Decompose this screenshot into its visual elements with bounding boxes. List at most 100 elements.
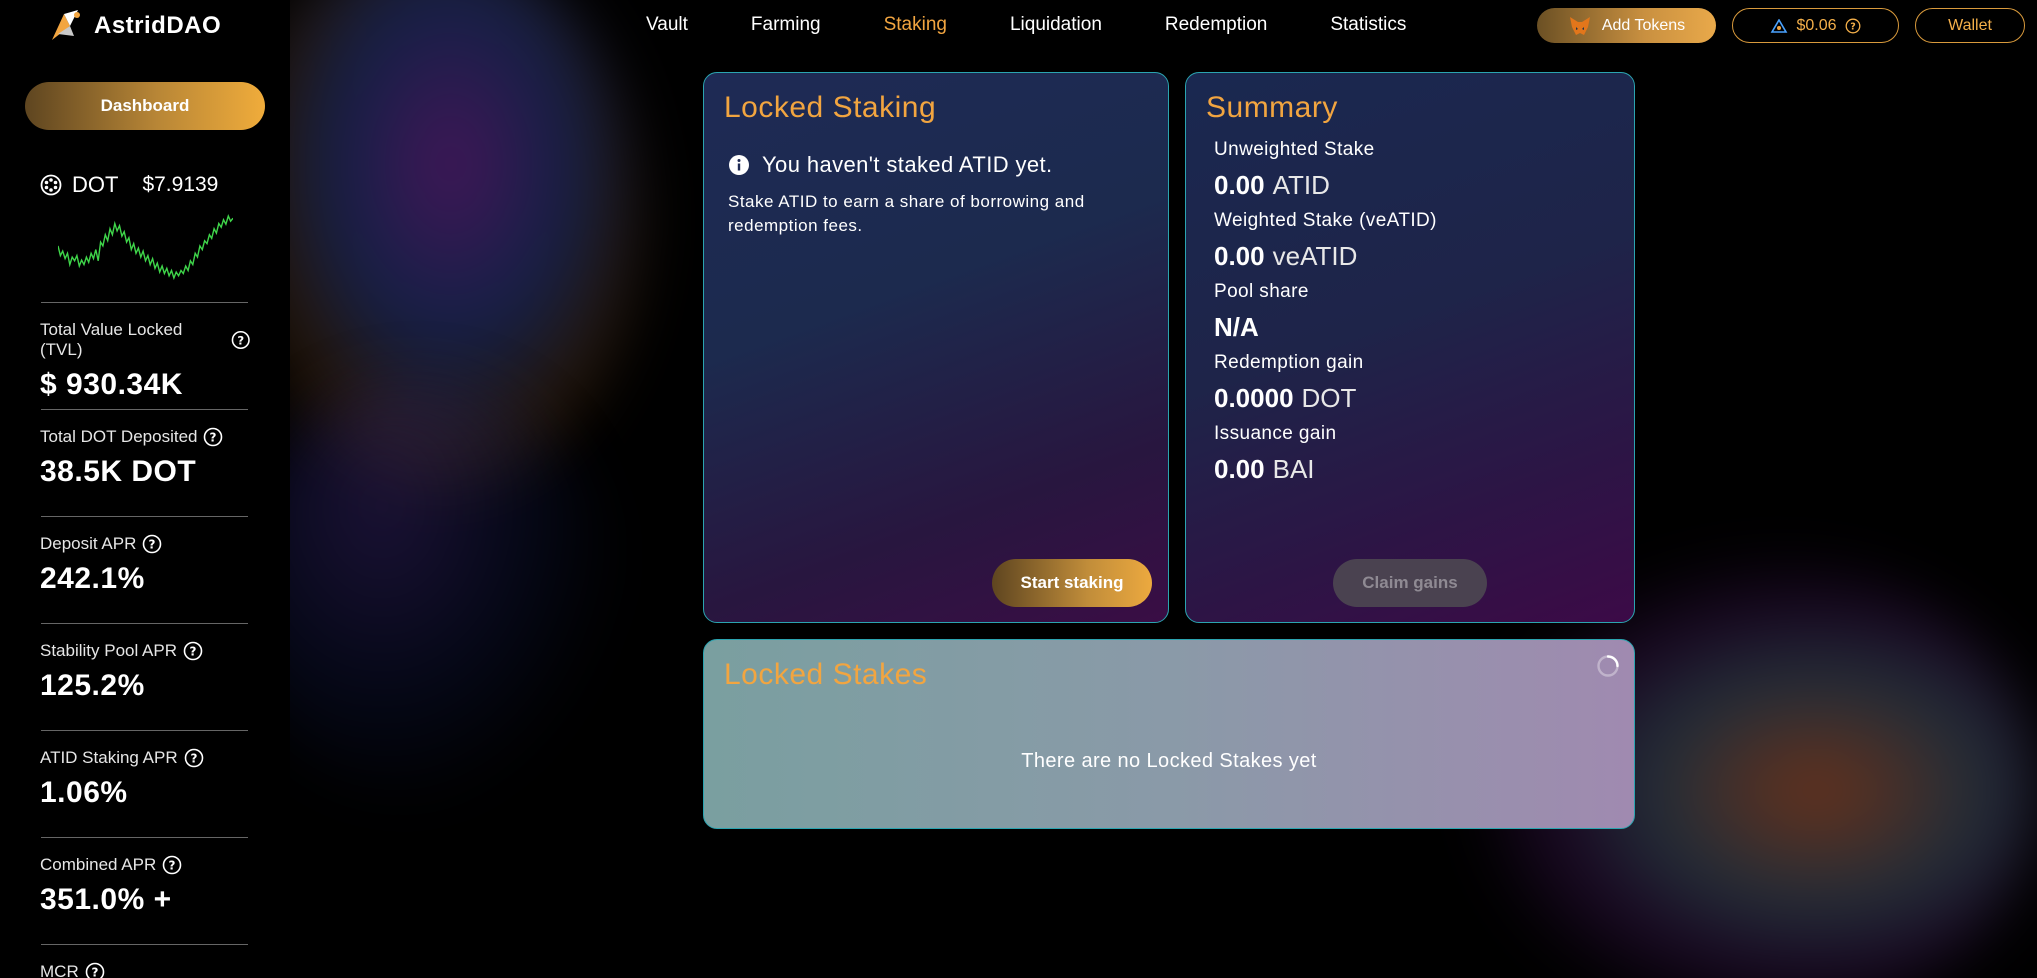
divider <box>41 409 248 410</box>
sidebar: AstridDAO Dashboard DOT $7.9139 Total Va… <box>0 0 290 978</box>
astrid-logo-icon <box>52 10 80 40</box>
notice-text: You haven't staked ATID yet. <box>762 152 1053 177</box>
panel-title: Locked Stakes <box>724 658 928 691</box>
svg-text:?: ? <box>237 333 244 347</box>
stat-label: Deposit APR <box>40 534 137 553</box>
stat-tvl: Total Value Locked (TVL) ? $ 930.34K <box>40 320 250 402</box>
sparkline-series <box>58 213 233 281</box>
nav-statistics[interactable]: Statistics <box>1330 14 1406 36</box>
divider <box>41 516 248 517</box>
summary-label: Unweighted Stake <box>1214 139 1375 160</box>
token-name: DOT <box>72 172 119 197</box>
help-icon[interactable]: ? <box>162 855 182 875</box>
locked-staking-panel: Locked Staking You haven't staked ATID y… <box>703 72 1169 623</box>
stat-label: Total DOT Deposited <box>40 427 198 446</box>
stat-label: Combined APR <box>40 855 157 874</box>
wallet-button[interactable]: Wallet <box>1915 8 2025 43</box>
panel-title: Summary <box>1206 91 1338 124</box>
stat-value: 242.1% <box>40 562 145 595</box>
help-icon[interactable]: ? <box>183 641 203 661</box>
divider <box>41 623 248 624</box>
help-icon[interactable]: ? <box>184 748 204 768</box>
value-unit: ATID <box>1272 170 1330 200</box>
panel-title: Locked Staking <box>724 91 937 124</box>
summary-label: Pool share <box>1214 281 1309 302</box>
divider <box>41 837 248 838</box>
summary-value: 0.00 veATID <box>1214 241 1437 272</box>
value-unit: BAI <box>1272 454 1315 484</box>
svg-text:?: ? <box>210 431 217 445</box>
top-actions: Add Tokens $0.06 ? Wallet <box>1537 8 2025 43</box>
loading-spinner-icon <box>1597 655 1619 677</box>
nav-redemption[interactable]: Redemption <box>1165 14 1267 36</box>
divider <box>41 730 248 731</box>
value-unit: veATID <box>1272 241 1358 271</box>
stat-total-deposited: Total DOT Deposited ? 38.5K DOT <box>40 427 250 489</box>
summary-value: 0.0000 DOT <box>1214 383 1437 414</box>
stat-value: 125.2% <box>40 669 145 702</box>
stat-value: $ 930.34K <box>40 368 183 401</box>
help-icon[interactable]: ? <box>1845 18 1861 34</box>
divider <box>41 944 248 945</box>
stat-label: Stability Pool APR <box>40 641 178 660</box>
stat-deposit-apr: Deposit APR ? 242.1% <box>40 534 250 596</box>
polkadot-icon <box>40 174 62 196</box>
main-nav: Vault Farming Staking Liquidation Redemp… <box>646 14 1469 36</box>
claim-gains-button: Claim gains <box>1333 559 1487 607</box>
summary-label: Redemption gain <box>1214 352 1364 373</box>
atid-price: $0.06 <box>1796 16 1837 34</box>
add-tokens-button[interactable]: Add Tokens <box>1537 8 1716 43</box>
summary-label: Weighted Stake (veATID) <box>1214 210 1437 231</box>
help-icon[interactable]: ? <box>85 962 105 978</box>
help-icon[interactable]: ? <box>231 330 250 350</box>
value-unit: DOT <box>1301 383 1357 413</box>
metamask-fox-icon <box>1569 16 1590 35</box>
summary-panel: Summary Unweighted Stake 0.00 ATID Weight… <box>1185 72 1635 623</box>
info-icon <box>729 155 749 175</box>
nav-farming[interactable]: Farming <box>751 14 821 36</box>
divider <box>41 302 248 303</box>
price-sparkline-chart <box>58 213 233 281</box>
dashboard-button[interactable]: Dashboard <box>25 82 265 130</box>
add-tokens-label: Add Tokens <box>1601 16 1686 34</box>
empty-state-text: There are no Locked Stakes yet <box>1021 750 1317 772</box>
help-icon[interactable]: ? <box>142 534 162 554</box>
summary-list: Unweighted Stake 0.00 ATID Weighted Stake… <box>1214 139 1437 485</box>
nav-liquidation[interactable]: Liquidation <box>1010 14 1102 36</box>
value-number: N/A <box>1214 312 1259 342</box>
stat-mcr: MCR ? <box>40 962 250 978</box>
atid-price-pill[interactable]: $0.06 ? <box>1732 8 1899 43</box>
stat-value: 1.06% <box>40 776 128 809</box>
svg-text:?: ? <box>149 538 156 552</box>
notice-description: Stake ATID to earn a share of borrowing … <box>728 192 1085 235</box>
stat-label: MCR <box>40 962 79 978</box>
summary-label: Issuance gain <box>1214 423 1337 444</box>
app-logo[interactable]: AstridDAO <box>44 6 221 46</box>
svg-text:?: ? <box>190 752 197 766</box>
summary-value: 0.00 ATID <box>1214 170 1437 201</box>
token-price: $7.9139 <box>142 173 219 196</box>
stat-label: Total Value Locked (TVL) <box>40 320 183 359</box>
svg-text:?: ? <box>91 966 98 978</box>
svg-text:?: ? <box>1850 21 1856 32</box>
svg-text:?: ? <box>169 859 176 873</box>
nav-vault[interactable]: Vault <box>646 14 688 36</box>
start-staking-button[interactable]: Start staking <box>992 559 1152 607</box>
token-price-row: DOT $7.9139 <box>40 172 218 198</box>
summary-value: 0.00 BAI <box>1214 454 1437 485</box>
value-number: 0.00 <box>1214 454 1265 484</box>
svg-text:?: ? <box>190 645 197 659</box>
stat-label: ATID Staking APR <box>40 748 178 767</box>
stat-value: 351.0% + <box>40 883 172 916</box>
stat-value: 38.5K DOT <box>40 455 197 488</box>
value-number: 0.00 <box>1214 241 1265 271</box>
help-icon[interactable]: ? <box>203 427 223 447</box>
stat-combined-apr: Combined APR ? 351.0% + <box>40 855 250 917</box>
value-number: 0.00 <box>1214 170 1265 200</box>
locked-stakes-panel: Locked Stakes There are no Locked Stakes… <box>703 639 1635 829</box>
atid-token-icon <box>1771 18 1788 33</box>
summary-value: N/A <box>1214 312 1437 343</box>
nav-staking[interactable]: Staking <box>884 14 947 36</box>
app-name: AstridDAO <box>94 12 222 39</box>
value-number: 0.0000 <box>1214 383 1294 413</box>
